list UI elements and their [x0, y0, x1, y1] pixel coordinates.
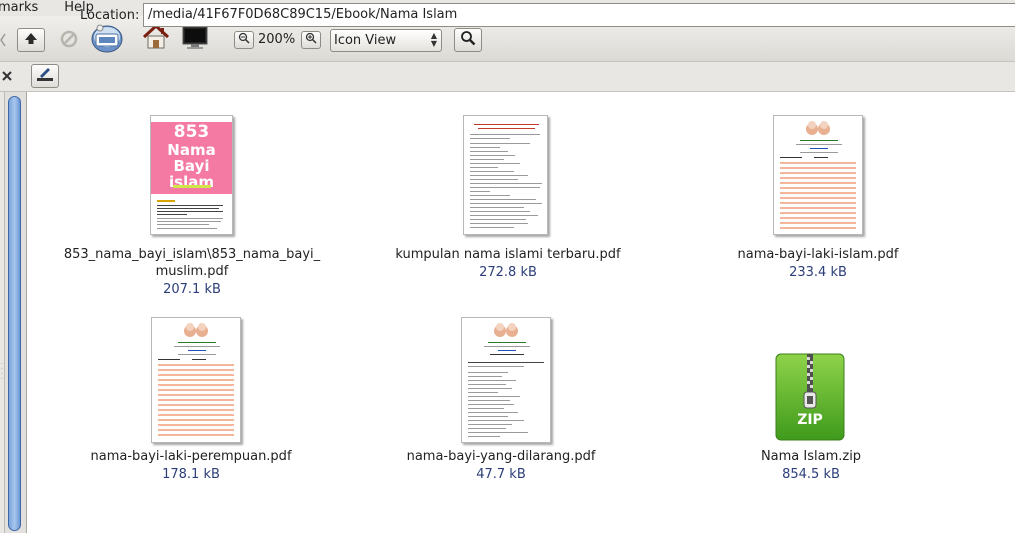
file-icon-view: 853 Nama Bayi islam 853_nama_bayi_islam\… — [28, 92, 1015, 533]
edit-location-icon — [36, 66, 54, 86]
file-item[interactable]: nama-bayi-laki-islam.pdf 233.4 kB — [688, 246, 948, 281]
menu-bookmarks[interactable]: marks — [0, 0, 38, 16]
view-mode-label: Icon View — [334, 33, 397, 48]
file-name: kumpulan nama islami terbaru.pdf — [395, 247, 621, 262]
zoom-in-button[interactable] — [301, 31, 321, 49]
zoom-level: 200% — [258, 32, 296, 47]
file-size: 47.7 kB — [476, 467, 526, 482]
file-size: 272.8 kB — [479, 265, 537, 280]
thumb-word-3: islam — [169, 173, 214, 191]
file-size: 233.4 kB — [789, 265, 847, 280]
file-size: 178.1 kB — [162, 467, 220, 482]
thumb-number: 853 — [173, 122, 210, 142]
location-input[interactable]: /media/41F67F0D68C89C15/Ebook/Nama Islam — [143, 3, 1015, 27]
network-icon — [90, 22, 124, 58]
scrollbar-thumb[interactable] — [8, 96, 21, 531]
pdf-thumbnail[interactable] — [461, 317, 551, 443]
view-mode-select[interactable]: Icon View ▲ ▼ — [330, 29, 442, 52]
home-button[interactable] — [141, 23, 171, 54]
back-chevron-icon[interactable] — [0, 33, 6, 47]
computer-button[interactable] — [182, 26, 208, 54]
pdf-thumbnail[interactable] — [463, 115, 548, 235]
file-item[interactable]: kumpulan nama islami terbaru.pdf 272.8 k… — [378, 246, 638, 281]
home-icon — [142, 23, 170, 54]
stop-icon — [60, 30, 78, 52]
edit-location-button[interactable] — [31, 64, 59, 88]
file-item[interactable]: Nama Islam.zip 854.5 kB — [681, 448, 941, 483]
up-button[interactable] — [17, 28, 45, 52]
file-size: 207.1 kB — [163, 282, 221, 297]
file-name: Nama Islam.zip — [760, 449, 862, 464]
pdf-thumbnail[interactable]: 853 Nama Bayi islam — [150, 115, 233, 235]
pdf-thumbnail[interactable] — [773, 115, 863, 235]
zoom-out-icon — [238, 32, 250, 48]
search-icon — [460, 30, 476, 50]
network-button[interactable] — [90, 24, 124, 56]
up-arrow-icon — [24, 31, 38, 49]
search-button[interactable] — [454, 28, 482, 52]
zip-archive-icon[interactable]: ZIP — [774, 352, 846, 442]
location-label: Location: — [80, 8, 140, 23]
stop-button[interactable] — [58, 30, 80, 52]
file-name: nama-bayi-yang-dilarang.pdf — [406, 449, 596, 464]
scrollbar[interactable] — [5, 92, 27, 533]
file-name: nama-bayi-laki-islam.pdf — [737, 247, 899, 262]
file-item[interactable]: 853_nama_bayi_islam\853_nama_bayi_ musli… — [60, 246, 324, 298]
computer-icon — [182, 26, 208, 54]
pdf-thumbnail[interactable] — [151, 317, 241, 443]
zoom-out-button[interactable] — [234, 31, 254, 49]
file-name-line-1: 853_nama_bayi_islam\853_nama_bayi_ — [63, 247, 321, 262]
file-name: nama-bayi-laki-perempuan.pdf — [90, 449, 292, 464]
file-item[interactable]: nama-bayi-laki-perempuan.pdf 178.1 kB — [61, 448, 321, 483]
file-item[interactable]: nama-bayi-yang-dilarang.pdf 47.7 kB — [371, 448, 631, 483]
zip-label: ZIP — [797, 412, 823, 428]
zoom-in-icon — [305, 32, 317, 48]
file-size: 854.5 kB — [782, 467, 840, 482]
location-bar — [0, 62, 1015, 92]
file-name-line-2: muslim.pdf — [155, 264, 229, 279]
select-arrows-icon: ▲ ▼ — [430, 31, 437, 48]
close-icon[interactable] — [1, 70, 13, 82]
